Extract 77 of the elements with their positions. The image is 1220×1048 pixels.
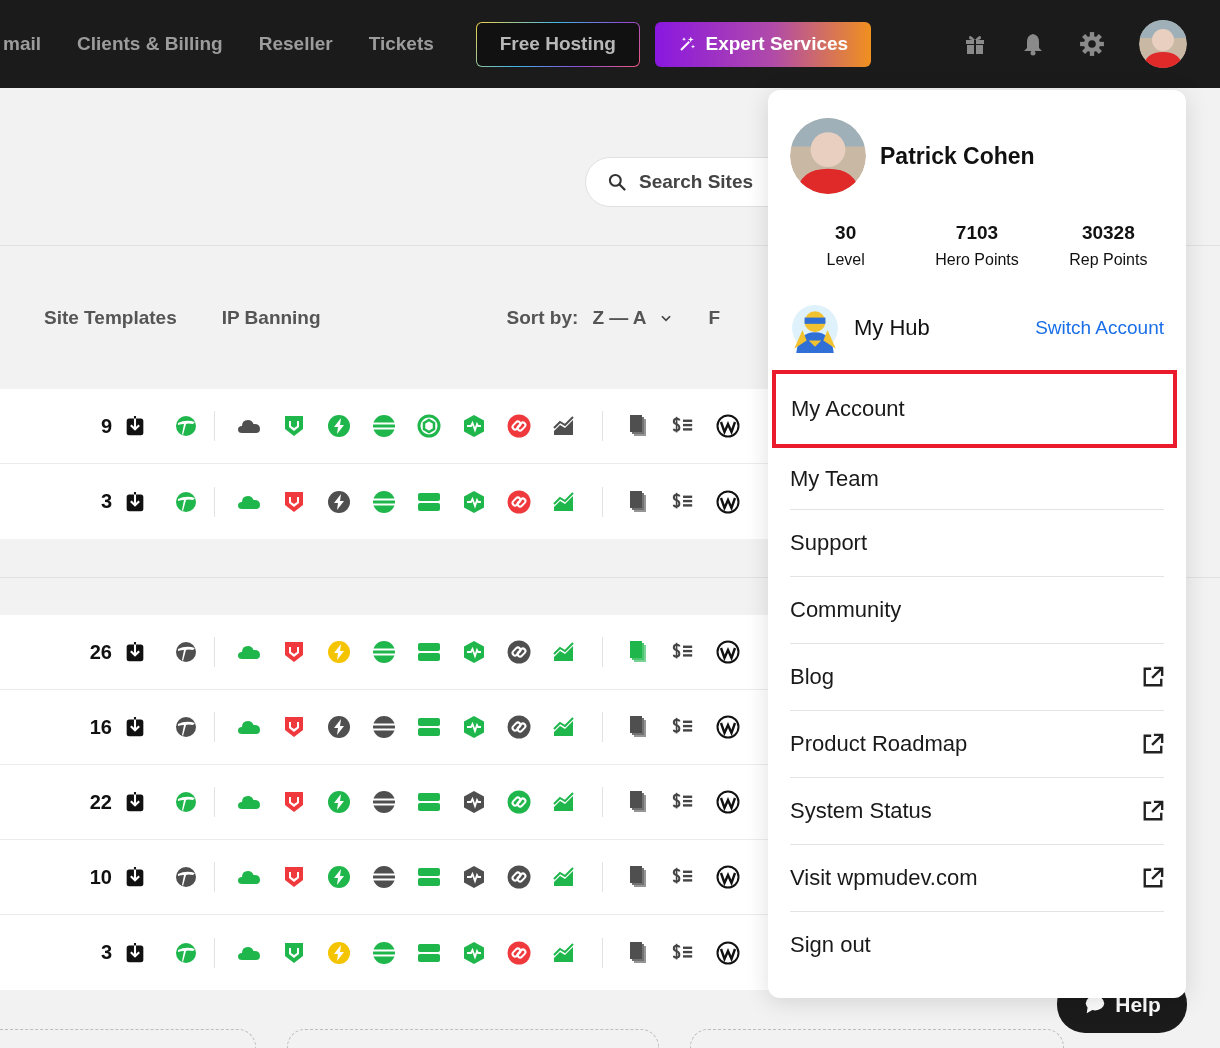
download-icon[interactable] (125, 866, 145, 888)
menu-item[interactable]: My Team (790, 448, 1164, 509)
w-circle-icon[interactable] (715, 414, 740, 438)
hexagon-icon[interactable] (461, 865, 486, 889)
w-circle-icon[interactable] (715, 865, 740, 889)
site-count: 26 (88, 640, 112, 664)
stat-label: Hero Points (935, 251, 1019, 269)
menu-item[interactable]: Support (790, 509, 1164, 576)
link-icon[interactable] (506, 489, 531, 514)
server-icon[interactable] (416, 790, 441, 814)
tab[interactable]: IP Banning (221, 306, 321, 329)
w-circle-icon[interactable] (715, 640, 740, 664)
hub-label: My Hub (854, 315, 931, 341)
menu-item[interactable]: Product Roadmap (790, 710, 1164, 777)
nav-link[interactable]: mail (3, 33, 42, 55)
site-count: 22 (88, 790, 112, 814)
bolt-icon[interactable] (326, 715, 351, 739)
expert-services-button[interactable]: Expert Services (654, 21, 871, 67)
stat-label: Rep Points (1069, 251, 1148, 269)
area-chart-icon[interactable] (551, 414, 576, 438)
stat-label: Level (826, 251, 865, 269)
site-count: 3 (99, 941, 112, 964)
hexagon-icon[interactable] (461, 790, 486, 814)
w-circle-icon[interactable] (715, 790, 740, 814)
site-count: 10 (88, 865, 112, 889)
nav-link[interactable]: Tickets (368, 33, 434, 55)
stat-value: 7103 (955, 222, 999, 244)
stat-value: 30 (835, 222, 857, 244)
menu-item[interactable]: Visit wpmudev.com (790, 844, 1164, 911)
avatar[interactable] (1139, 20, 1187, 68)
server-icon[interactable] (416, 865, 441, 889)
striped-circle-icon[interactable] (371, 715, 396, 739)
download-icon[interactable] (125, 791, 145, 813)
menu-item[interactable]: System Status (790, 777, 1164, 844)
w-circle-icon[interactable] (715, 940, 740, 965)
aperture-icon[interactable] (416, 414, 441, 438)
free-hosting-button[interactable]: Free Hosting (475, 21, 640, 67)
menu-item[interactable]: Sign out (790, 911, 1164, 978)
menu-item[interactable]: Blog (790, 643, 1164, 710)
sort-label: Sort by: (506, 306, 579, 329)
download-icon[interactable] (125, 415, 145, 437)
external-link-icon (1142, 666, 1164, 688)
link-icon[interactable] (506, 865, 531, 889)
link-icon[interactable] (506, 414, 531, 438)
link-icon[interactable] (506, 940, 531, 965)
external-link-icon (1142, 867, 1164, 889)
w-circle-icon[interactable] (715, 715, 740, 739)
menu-item[interactable]: Community (790, 576, 1164, 643)
external-link-icon (1142, 800, 1164, 822)
download-icon[interactable] (125, 641, 145, 663)
external-link-icon (1142, 733, 1164, 755)
link-icon[interactable] (506, 715, 531, 739)
striped-circle-icon[interactable] (371, 865, 396, 889)
sort-dropdown[interactable]: Z — A (592, 306, 673, 329)
switch-account-link[interactable]: Switch Account (1035, 317, 1164, 339)
menu-item[interactable]: My Account (772, 370, 1177, 448)
bolt-icon[interactable] (326, 489, 351, 514)
settings-icon[interactable] (1079, 31, 1105, 57)
site-count: 9 (99, 414, 112, 438)
w-circle-icon[interactable] (715, 489, 740, 514)
site-count: 16 (88, 715, 112, 739)
column-label: F (708, 306, 721, 329)
download-icon[interactable] (125, 716, 145, 738)
striped-circle-icon[interactable] (371, 790, 396, 814)
user-name: Patrick Cohen (880, 142, 1035, 170)
nav-link[interactable]: Clients & Billing (77, 33, 223, 55)
search-icon (607, 171, 627, 192)
download-icon[interactable] (125, 490, 145, 513)
stat-value: 30328 (1081, 222, 1135, 244)
site-count: 3 (99, 490, 112, 513)
download-icon[interactable] (125, 941, 145, 964)
superhero-icon (790, 303, 840, 353)
server-icon[interactable] (416, 715, 441, 739)
nav-link[interactable]: Reseller (258, 33, 333, 55)
server-icon[interactable] (416, 640, 441, 664)
link-icon[interactable] (506, 640, 531, 664)
tab[interactable]: Site Templates (44, 306, 177, 329)
